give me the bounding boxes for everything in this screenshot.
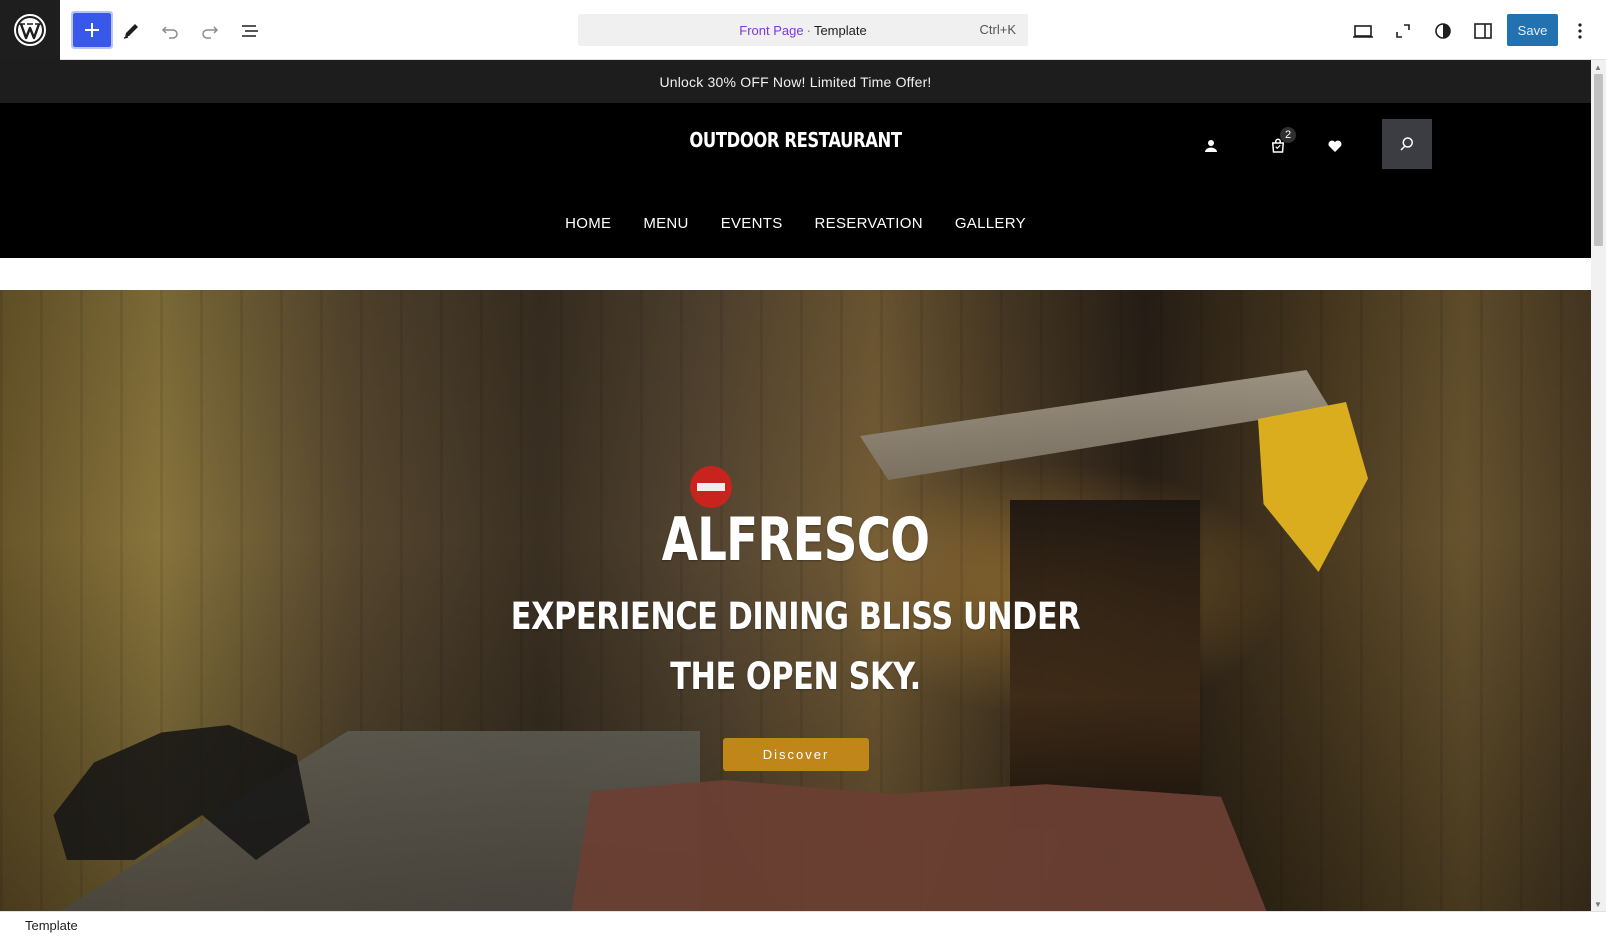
hero-cover-block[interactable]: ALFRESCO EXPERIENCE DINING BLISS UNDER T… — [0, 290, 1591, 911]
sidebar-icon — [1474, 23, 1492, 39]
document-overview-button[interactable] — [233, 14, 267, 48]
block-breadcrumb-bar: Template — [0, 911, 1606, 936]
device-preview-button[interactable] — [1346, 14, 1380, 48]
cart-button[interactable]: 2 — [1263, 127, 1296, 161]
save-button[interactable]: Save — [1507, 14, 1558, 46]
heart-icon — [1328, 140, 1342, 152]
hero-content: ALFRESCO EXPERIENCE DINING BLISS UNDER T… — [0, 290, 1591, 911]
canvas-scrollbar[interactable]: ▲ ▼ — [1591, 60, 1606, 911]
contrast-icon — [1435, 23, 1451, 39]
breadcrumb-template[interactable]: Template — [25, 918, 78, 933]
hero-subtitle-line-2: THE OPEN SKY. — [670, 655, 921, 698]
site-title[interactable]: OUTDOOR RESTAURANT — [143, 128, 1448, 152]
hero-title[interactable]: ALFRESCO — [175, 505, 1416, 575]
editor-canvas[interactable]: Unlock 30% OFF Now! Limited Time Offer! … — [0, 60, 1591, 911]
settings-sidebar-button[interactable] — [1466, 14, 1500, 48]
template-name: Front Page — [739, 22, 804, 38]
redo-button[interactable] — [193, 14, 227, 48]
nav-item-gallery[interactable]: GALLERY — [955, 215, 1026, 232]
scroll-up-arrow-icon[interactable]: ▲ — [1594, 63, 1602, 72]
discover-button[interactable]: Discover — [723, 738, 869, 771]
user-icon — [1205, 140, 1217, 152]
editor-toolbar: Front Page · Template Ctrl+K Save — [0, 0, 1606, 60]
redo-icon — [202, 26, 219, 39]
nav-item-menu[interactable]: MENU — [643, 215, 688, 232]
command-palette-bar[interactable]: Front Page · Template Ctrl+K — [578, 14, 1028, 46]
search-button[interactable] — [1382, 119, 1432, 169]
zoom-out-button[interactable] — [1386, 14, 1420, 48]
nav-item-home[interactable]: HOME — [565, 215, 611, 232]
undo-icon — [161, 26, 178, 39]
options-button[interactable] — [1565, 14, 1595, 48]
hero-subtitle[interactable]: EXPERIENCE DINING BLISS UNDER THE OPEN S… — [143, 587, 1448, 707]
template-type: Template — [813, 22, 867, 38]
styles-button[interactable] — [1426, 14, 1460, 48]
main-navigation: HOME MENU EVENTS RESERVATION GALLERY — [0, 215, 1591, 232]
nav-item-reservation[interactable]: RESERVATION — [815, 215, 923, 232]
site-header: OUTDOOR RESTAURANT 2 HOME MENU EVENTS RE… — [0, 103, 1591, 258]
cart-count-badge: 2 — [1280, 127, 1296, 143]
promo-banner[interactable]: Unlock 30% OFF Now! Limited Time Offer! — [0, 60, 1591, 103]
separator: · — [806, 22, 811, 38]
fullscreen-icon — [1396, 24, 1410, 38]
list-view-icon — [242, 25, 258, 37]
add-block-button[interactable] — [71, 11, 113, 49]
wishlist-button[interactable] — [1320, 131, 1350, 161]
more-options-icon — [1578, 23, 1582, 39]
keyboard-shortcut: Ctrl+K — [979, 22, 1016, 37]
scrollbar-thumb[interactable] — [1594, 74, 1603, 246]
pencil-icon — [123, 24, 138, 39]
tools-button[interactable] — [114, 14, 148, 48]
hero-subtitle-line-1: EXPERIENCE DINING BLISS UNDER — [510, 595, 1081, 638]
nav-item-events[interactable]: EVENTS — [721, 215, 783, 232]
wordpress-icon — [14, 14, 46, 46]
account-button[interactable] — [1196, 131, 1226, 161]
search-icon — [1400, 137, 1413, 151]
desktop-view-icon — [1353, 25, 1373, 38]
plus-icon — [85, 23, 99, 37]
scroll-down-arrow-icon[interactable]: ▼ — [1594, 900, 1602, 909]
undo-button[interactable] — [153, 14, 187, 48]
wordpress-logo[interactable] — [0, 0, 60, 60]
